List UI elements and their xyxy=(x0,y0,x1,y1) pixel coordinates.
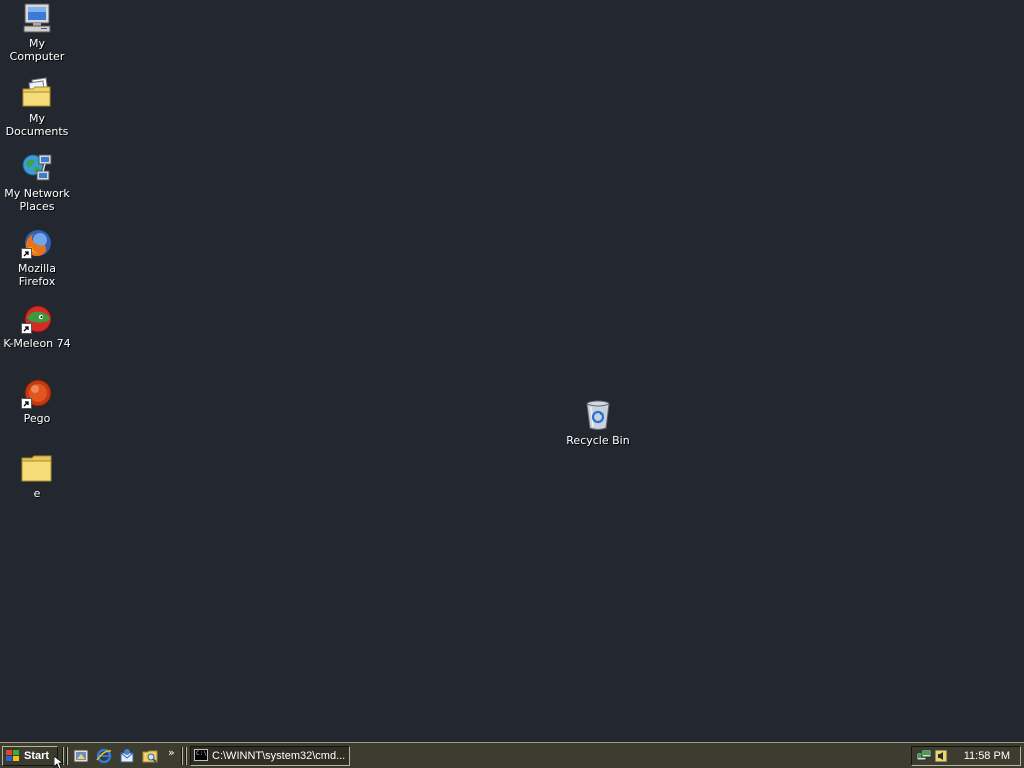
desktop-icon-label: Mozilla Firefox xyxy=(18,262,56,288)
shortcut-arrow-icon xyxy=(21,248,32,259)
desktop-icon-label: Recycle Bin xyxy=(566,434,630,447)
folder-icon xyxy=(21,452,53,484)
taskbar-button-label: C:\WINNT\system32\cmd... xyxy=(212,750,346,762)
desktop-icon-label: K-Meleon 74 xyxy=(3,337,71,350)
desktop-icon-mozilla-firefox[interactable]: Mozilla Firefox xyxy=(0,227,74,288)
pego-icon xyxy=(21,377,53,409)
desktop-icon-recycle-bin[interactable]: Recycle Bin xyxy=(561,399,635,447)
start-button[interactable]: Start xyxy=(2,746,58,766)
taskbar-separator xyxy=(181,747,183,765)
outlook-express-icon[interactable] xyxy=(119,748,135,764)
desktop-icon-k-meleon[interactable]: K-Meleon 74 xyxy=(0,302,74,350)
desktop-icon-label: My Documents xyxy=(5,112,69,138)
firefox-icon xyxy=(21,227,53,259)
internet-explorer-icon[interactable] xyxy=(96,748,112,764)
desktop-icon-my-documents[interactable]: My Documents xyxy=(0,77,74,138)
taskbar-button-cmd[interactable]: C:\ C:\WINNT\system32\cmd... xyxy=(190,746,350,766)
taskbar: Start » C:\ C:\WINNT\system32\cmd... 11:… xyxy=(0,742,1024,768)
network-tray-icon[interactable] xyxy=(916,749,932,763)
mouse-cursor-icon xyxy=(53,755,65,768)
show-desktop-icon[interactable] xyxy=(73,748,89,764)
command-prompt-icon: C:\ xyxy=(194,749,208,761)
network-places-icon xyxy=(21,152,53,184)
desktop[interactable]: My Computer My Documents My Network Plac… xyxy=(0,0,1024,742)
quick-launch-chevron-icon[interactable]: » xyxy=(168,746,175,759)
shortcut-arrow-icon xyxy=(21,323,32,334)
desktop-icon-label: My Computer xyxy=(9,37,65,63)
desktop-icon-label: Pego xyxy=(23,412,51,425)
windows-explorer-icon[interactable] xyxy=(142,748,158,764)
start-label: Start xyxy=(24,750,50,762)
desktop-icon-folder-e[interactable]: e xyxy=(0,452,74,500)
desktop-icon-pego[interactable]: Pego xyxy=(0,377,74,425)
taskbar-clock[interactable]: 11:58 PM xyxy=(964,747,1010,765)
taskbar-separator xyxy=(185,747,187,765)
desktop-icon-label: My Network Places xyxy=(4,187,70,213)
volume-tray-icon[interactable] xyxy=(933,749,949,763)
windows-logo-icon xyxy=(6,750,20,762)
recycle-bin-icon xyxy=(582,399,614,431)
computer-icon xyxy=(21,2,53,34)
taskbar-separator xyxy=(66,747,68,765)
documents-folder-icon xyxy=(21,77,53,109)
shortcut-arrow-icon xyxy=(21,398,32,409)
desktop-icon-my-computer[interactable]: My Computer xyxy=(0,2,74,63)
system-tray: 11:58 PM xyxy=(911,746,1021,766)
desktop-icon-label: e xyxy=(33,487,41,500)
desktop-icon-my-network-places[interactable]: My Network Places xyxy=(0,152,74,213)
k-meleon-icon xyxy=(21,302,53,334)
